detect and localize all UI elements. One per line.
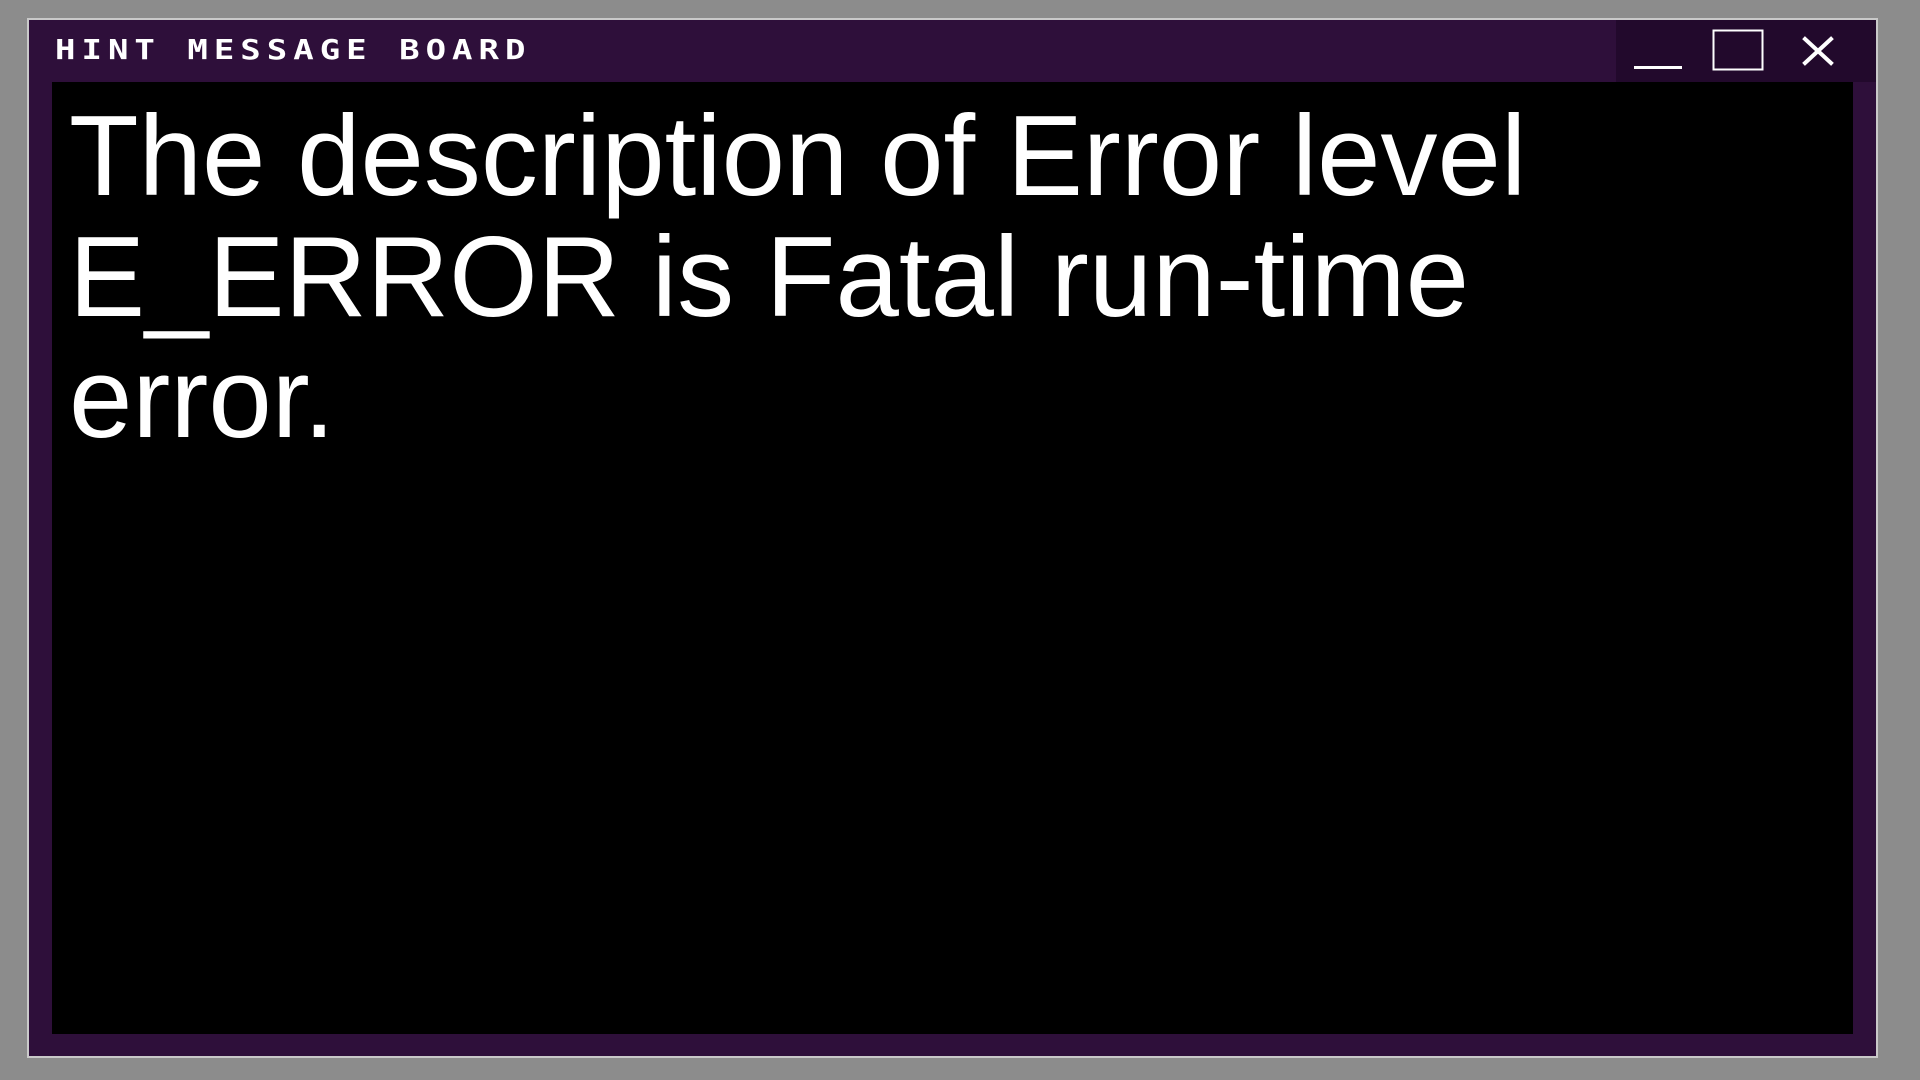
window-controls: [1616, 20, 1876, 82]
minimize-icon: [1634, 66, 1682, 69]
close-icon: [1802, 36, 1834, 66]
maximize-icon: [1712, 29, 1764, 71]
maximize-button[interactable]: [1711, 28, 1765, 74]
window-title: Hint Message Board: [55, 33, 532, 67]
message-board-content: The description of Error level E_ERROR i…: [52, 82, 1853, 1034]
title-bar[interactable]: Hint Message Board: [29, 20, 1876, 82]
hint-message-text: The description of Error level E_ERROR i…: [69, 93, 1527, 462]
close-button[interactable]: [1792, 28, 1846, 74]
minimize-button[interactable]: [1630, 28, 1684, 74]
hint-message-window: Hint Message Board The description of E: [27, 18, 1878, 1058]
